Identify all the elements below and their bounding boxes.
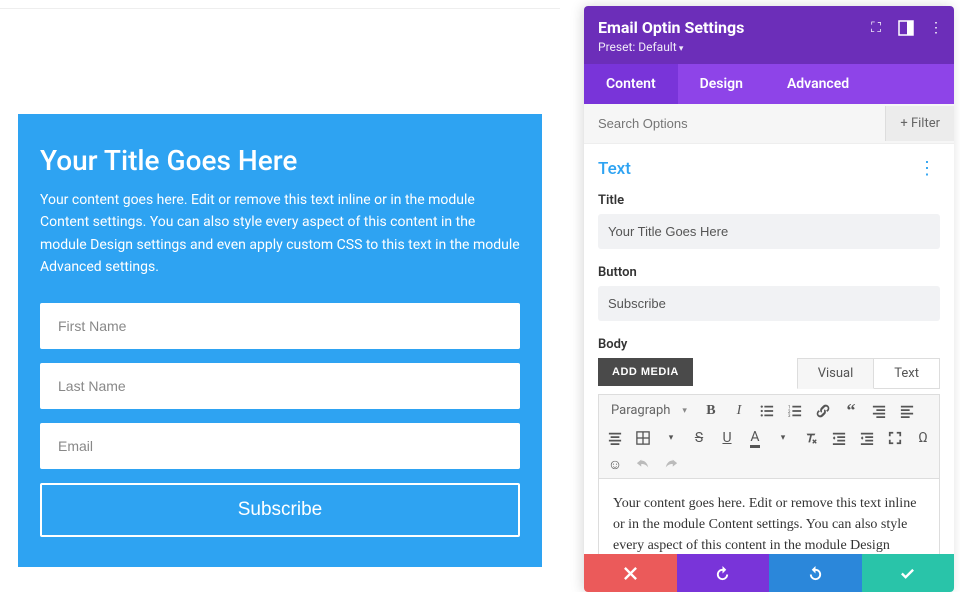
emoji-icon[interactable]: ☺	[607, 456, 623, 472]
first-name-input[interactable]	[40, 303, 520, 349]
save-button[interactable]	[862, 554, 955, 592]
body-field-label: Body	[598, 337, 940, 352]
email-input[interactable]	[40, 423, 520, 469]
panel-header: Email Optin Settings Preset: Default ⛶ ⋮	[584, 6, 954, 64]
paragraph-dropdown[interactable]: Paragraph	[607, 401, 691, 420]
link-icon[interactable]	[815, 403, 831, 419]
table-icon[interactable]	[635, 430, 651, 446]
editor-redo-icon[interactable]	[663, 456, 679, 472]
search-input[interactable]	[584, 104, 885, 143]
bullet-list-icon[interactable]	[759, 403, 775, 419]
cancel-button[interactable]	[584, 554, 677, 592]
tab-content[interactable]: Content	[584, 64, 678, 104]
align-left-icon[interactable]	[899, 403, 915, 419]
title-field-input[interactable]	[598, 214, 940, 249]
italic-icon[interactable]: I	[731, 403, 747, 419]
email-optin-module[interactable]: Your Title Goes Here Your content goes h…	[18, 114, 542, 567]
section-more-icon[interactable]: ⋮	[914, 158, 940, 179]
section-title-text[interactable]: Text	[598, 159, 631, 179]
divider	[0, 8, 560, 9]
svg-text:3: 3	[788, 414, 791, 418]
undo-button[interactable]	[677, 554, 770, 592]
editor-tab-visual[interactable]: Visual	[797, 358, 875, 389]
subscribe-button[interactable]: Subscribe	[40, 483, 520, 537]
underline-icon[interactable]: U	[719, 430, 735, 446]
tab-advanced[interactable]: Advanced	[765, 64, 871, 104]
title-field-label: Title	[598, 193, 940, 208]
outdent-icon[interactable]	[831, 430, 847, 446]
panel-footer	[584, 554, 954, 592]
filter-button[interactable]: Filter	[885, 106, 954, 141]
bold-icon[interactable]: B	[703, 403, 719, 419]
blockquote-icon[interactable]: “	[843, 403, 859, 419]
search-row: Filter	[584, 104, 954, 144]
text-color-dropdown-icon[interactable]: ▾	[775, 430, 791, 446]
fullscreen-icon[interactable]	[887, 430, 903, 446]
preset-dropdown[interactable]: Preset: Default	[598, 40, 940, 54]
editor-content[interactable]: Your content goes here. Edit or remove t…	[598, 479, 940, 554]
snap-icon[interactable]	[898, 20, 914, 36]
button-field-label: Button	[598, 265, 940, 280]
settings-panel: Email Optin Settings Preset: Default ⛶ ⋮…	[584, 6, 954, 592]
redo-button[interactable]	[769, 554, 862, 592]
last-name-input[interactable]	[40, 363, 520, 409]
expand-icon[interactable]: ⛶	[868, 20, 884, 36]
panel-tabs: Content Design Advanced	[584, 64, 954, 104]
tab-design[interactable]: Design	[678, 64, 765, 104]
align-center-icon[interactable]	[607, 430, 623, 446]
numbered-list-icon[interactable]: 123	[787, 403, 803, 419]
kebab-menu-icon[interactable]: ⋮	[928, 20, 944, 36]
optin-title[interactable]: Your Title Goes Here	[40, 144, 520, 177]
text-color-icon[interactable]: A	[747, 430, 763, 446]
button-field-input[interactable]	[598, 286, 940, 321]
clear-format-icon[interactable]	[803, 430, 819, 446]
editor-toolbar: Paragraph B I 123 “ ▾ S U A ▾ Ω ☺	[598, 394, 940, 479]
optin-body-text[interactable]: Your content goes here. Edit or remove t…	[40, 189, 520, 279]
page-canvas: Your Title Goes Here Your content goes h…	[0, 0, 560, 591]
panel-body: Text ⋮ Title Button Body ADD MEDIA Visua…	[584, 144, 954, 554]
special-char-icon[interactable]: Ω	[915, 430, 931, 446]
indent-icon[interactable]	[859, 430, 875, 446]
strikethrough-icon[interactable]: S	[691, 430, 707, 446]
add-media-button[interactable]: ADD MEDIA	[598, 358, 693, 386]
editor-tab-text[interactable]: Text	[874, 358, 940, 389]
editor-undo-icon[interactable]	[635, 456, 651, 472]
table-dropdown-icon[interactable]: ▾	[663, 430, 679, 446]
align-right-icon[interactable]	[871, 403, 887, 419]
